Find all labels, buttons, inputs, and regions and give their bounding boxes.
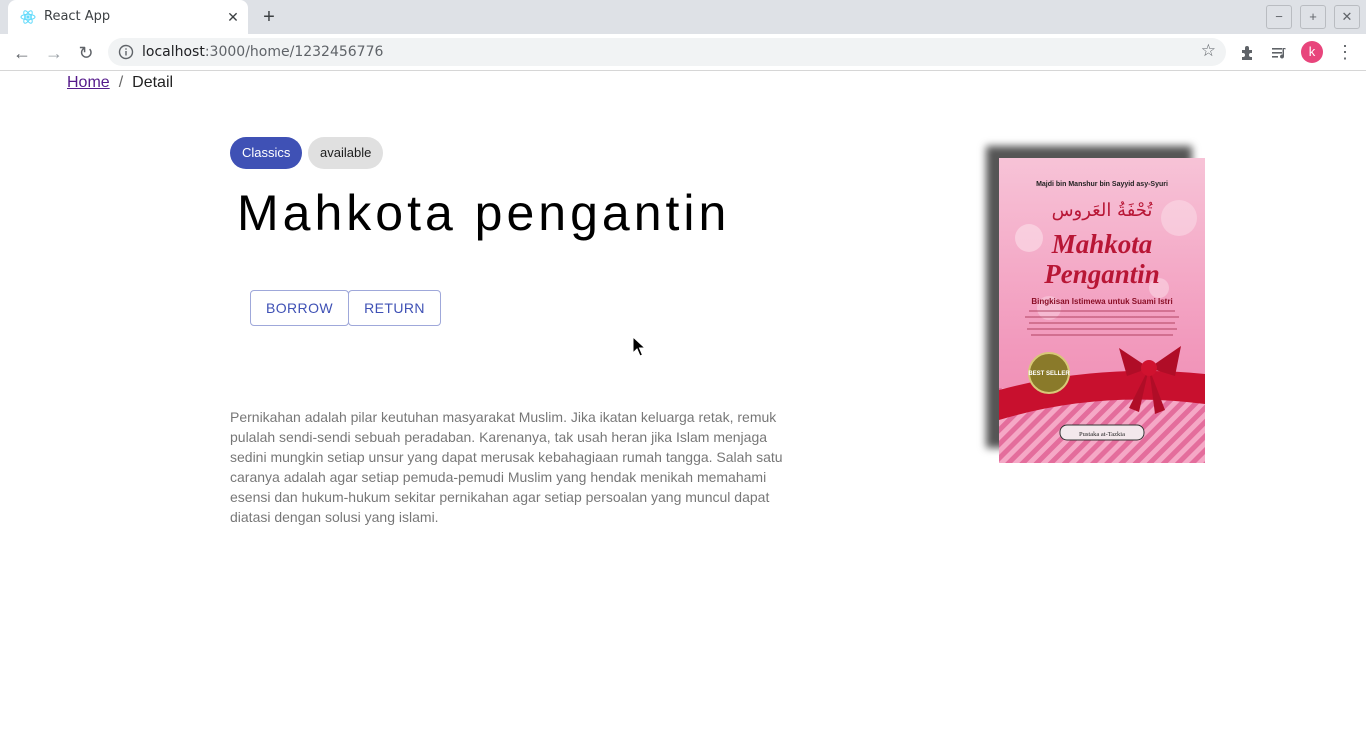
- cover-author: Majdi bin Manshur bin Sayyid asy-Syuri: [1036, 181, 1168, 188]
- cover-title-line1: Mahkota: [1051, 229, 1153, 259]
- bookmark-star-icon[interactable]: ☆: [1201, 41, 1216, 61]
- cover-title-line2: Pengantin: [1043, 259, 1160, 289]
- book-description: Pernikahan adalah pilar keutuhan masyara…: [230, 409, 783, 525]
- breadcrumb-home-link[interactable]: Home: [67, 74, 110, 91]
- category-chip[interactable]: Classics: [230, 137, 303, 169]
- breadcrumb-current: Detail: [132, 74, 174, 91]
- cover-subtitle: Bingkisan Istimewa untuk Suami Istri: [1031, 297, 1172, 306]
- media-queue-icon[interactable]: [1269, 43, 1289, 63]
- profile-avatar[interactable]: k: [1301, 41, 1323, 63]
- borrow-button[interactable]: Borrow: [250, 290, 349, 326]
- new-tab-icon[interactable]: +: [258, 6, 280, 28]
- url-path: :3000/home/1232456776: [204, 44, 384, 60]
- url-text[interactable]: localhost:3000/home/1232456776: [142, 44, 383, 60]
- browser-menu-icon[interactable]: ⋮: [1336, 42, 1354, 62]
- status-chip[interactable]: available: [308, 137, 384, 169]
- tab-title: React App: [44, 9, 111, 24]
- maximize-window-button[interactable]: +: [1300, 5, 1326, 29]
- back-icon[interactable]: ←: [11, 42, 33, 64]
- extensions-puzzle-icon[interactable]: [1238, 43, 1258, 63]
- mouse-cursor-icon: [632, 336, 646, 357]
- return-button[interactable]: Return: [348, 290, 441, 326]
- breadcrumb-separator: /: [118, 74, 124, 91]
- cover-publisher: Pustaka at-Tazkia: [1079, 431, 1125, 438]
- book-cover-image: Majdi bin Manshur bin Sayyid asy-Syuri ﺗ…: [999, 158, 1205, 463]
- book-title: Mahkota pengantin: [237, 185, 731, 241]
- url-host: localhost: [142, 44, 205, 60]
- cover-badge: BEST SELLER: [1028, 371, 1070, 377]
- browser-tab-bar: React App ✕ + − + ✕: [0, 0, 1366, 34]
- breadcrumb: Home / Detail: [67, 74, 173, 92]
- info-icon[interactable]: [118, 44, 134, 60]
- forward-icon[interactable]: →: [43, 42, 65, 64]
- minimize-window-button[interactable]: −: [1266, 5, 1292, 29]
- address-bar[interactable]: localhost:3000/home/1232456776 ☆: [108, 38, 1226, 66]
- close-tab-icon[interactable]: ✕: [224, 8, 242, 26]
- browser-tab[interactable]: React App ✕: [8, 0, 248, 34]
- browser-toolbar: ← → ↻ localhost:3000/home/1232456776 ☆: [0, 34, 1366, 71]
- reload-icon[interactable]: ↻: [75, 42, 97, 64]
- close-window-button[interactable]: ✕: [1334, 5, 1360, 29]
- svg-text:ﺗُﺤْﻔَﺔُ ﺍﻟﻌَﺮﻭﺱ: ﺗُﺤْﻔَﺔُ ﺍﻟﻌَﺮﻭﺱ: [1052, 200, 1154, 221]
- react-logo-icon: [20, 10, 36, 24]
